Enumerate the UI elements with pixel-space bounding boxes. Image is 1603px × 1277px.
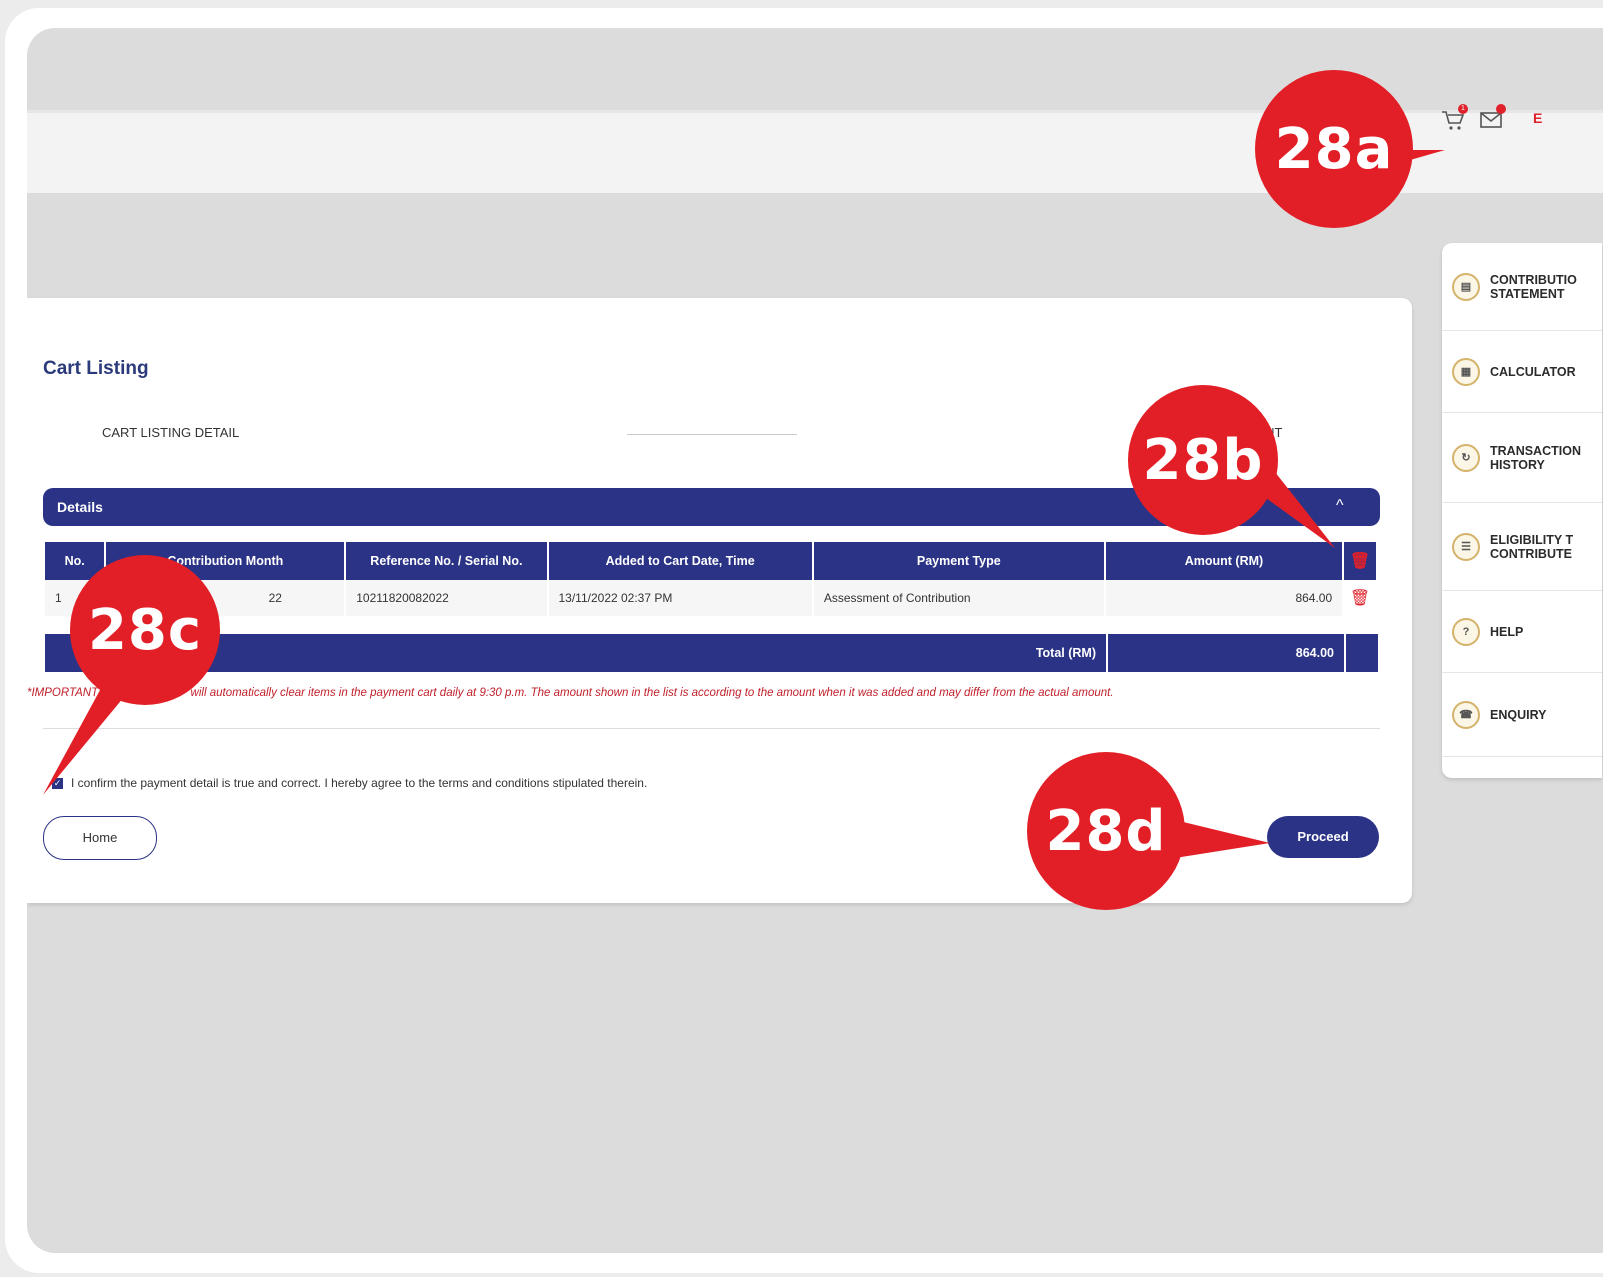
cell-added: 13/11/2022 02:37 PM: [547, 580, 814, 616]
page-title: Cart Listing: [43, 358, 149, 379]
document-icon: ▤: [1452, 272, 1480, 301]
column-header: Reference No. / Serial No.: [345, 542, 549, 580]
cell-delete[interactable]: 🗑: [1343, 580, 1378, 616]
annotation-28b: 28b: [1128, 385, 1278, 535]
column-header: Amount (RM): [1104, 542, 1345, 580]
sidebar-item-transaction-history[interactable]: ↻ TRANSACTION HISTORY: [1442, 413, 1602, 503]
cell-reference: 10211820082022: [345, 580, 549, 616]
notification-dot: [1496, 104, 1506, 114]
sidebar-item-help[interactable]: ? HELP: [1442, 591, 1602, 673]
sidebar-menu: ▤ CONTRIBUTIO STATEMENT ▦ CALCULATOR ↻ TR…: [1442, 243, 1602, 778]
cell-type: Assessment of Contribution: [812, 580, 1106, 616]
total-row: Total (RM) 864.00: [45, 634, 1378, 672]
sidebar-item-label: STATEMENT: [1490, 286, 1565, 301]
confirm-row[interactable]: ✓ I confirm the payment detail is true a…: [52, 776, 647, 790]
cart-count-badge: 1: [1458, 104, 1468, 114]
annotation-28a: 28a: [1255, 70, 1413, 228]
trash-icon[interactable]: 🗑: [1350, 553, 1370, 570]
sidebar-item-label: TRANSACTION: [1490, 443, 1581, 458]
delete-all-header[interactable]: 🗑: [1343, 542, 1378, 580]
calculator-icon: ▦: [1452, 357, 1480, 386]
home-button[interactable]: Home: [43, 816, 157, 860]
help-icon: ?: [1452, 617, 1480, 646]
trash-icon[interactable]: 🗑: [1350, 590, 1370, 607]
sidebar-item-label: HISTORY: [1490, 457, 1545, 472]
mail-icon[interactable]: [1478, 104, 1506, 133]
sidebar-item-calculator[interactable]: ▦ CALCULATOR: [1442, 331, 1602, 413]
history-icon: ↻: [1452, 443, 1480, 472]
step-connector: [627, 434, 797, 435]
sidebar-item-label: ELIGIBILITY T: [1490, 532, 1574, 547]
cell-amount: 864.00: [1104, 580, 1345, 616]
divider: [43, 728, 1380, 729]
sidebar-item-enquiry[interactable]: ☎ ENQUIRY: [1442, 673, 1602, 757]
sidebar-item-label: CALCULATOR: [1490, 364, 1576, 379]
sidebar-item-label: CONTRIBUTIO: [1490, 272, 1577, 287]
checklist-icon: ☰: [1452, 532, 1480, 561]
enquiry-icon: ☎: [1452, 700, 1480, 729]
step-cart-listing-detail: CART LISTING DETAIL: [102, 425, 240, 440]
cart-table: No. Contribution Month Reference No. / S…: [45, 542, 1378, 616]
header-icons: 1: [1440, 104, 1506, 133]
cart-icon[interactable]: 1: [1440, 104, 1468, 133]
header-link-partial[interactable]: E: [1533, 110, 1542, 126]
annotation-28d: 28d: [1027, 752, 1185, 910]
annotation-28c: 28c: [70, 555, 220, 705]
confirm-checkbox[interactable]: ✓: [52, 777, 63, 789]
table-header-row: No. Contribution Month Reference No. / S…: [45, 542, 1378, 580]
column-header: Payment Type: [812, 542, 1106, 580]
sidebar-item-contribution-statement[interactable]: ▤ CONTRIBUTIO STATEMENT: [1442, 243, 1602, 331]
sidebar-item-eligibility[interactable]: ☰ ELIGIBILITY T CONTRIBUTE: [1442, 503, 1602, 591]
note-rest: will automatically clear items in the pa…: [190, 687, 1114, 699]
confirm-text: I confirm the payment detail is true and…: [71, 776, 648, 790]
proceed-button[interactable]: Proceed: [1267, 816, 1379, 858]
note-start: *IMPORTANT: [27, 687, 99, 699]
details-label: Details: [57, 499, 103, 515]
sidebar-item-label: ENQUIRY: [1490, 707, 1547, 722]
table-row: 1 22 10211820082022 13/11/2022 02:37 PM …: [45, 580, 1378, 616]
chevron-up-icon[interactable]: ^: [1336, 497, 1344, 515]
total-value: 864.00: [1108, 634, 1346, 672]
sidebar-item-label: CONTRIBUTE: [1490, 546, 1572, 561]
column-header: Added to Cart Date, Time: [547, 542, 814, 580]
sidebar-item-label: HELP: [1490, 624, 1524, 639]
total-spacer: [1346, 634, 1378, 672]
